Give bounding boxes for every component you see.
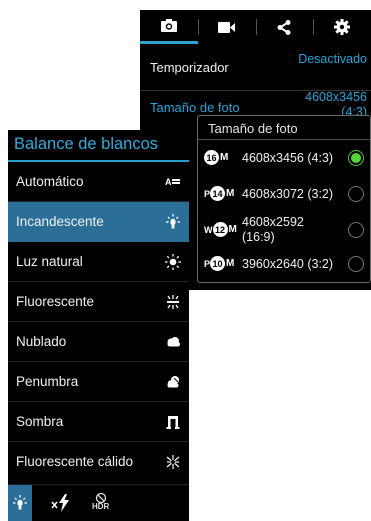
auto-wb-icon: A <box>165 174 181 190</box>
badge-suffix: M <box>228 224 237 235</box>
gear-icon <box>334 19 351 35</box>
hdr-label: HDR <box>92 502 110 511</box>
tab-share-settings[interactable] <box>255 10 314 44</box>
tab-general-settings[interactable] <box>313 10 371 44</box>
svg-text:A: A <box>165 177 172 187</box>
share-icon <box>277 19 291 35</box>
megapixel-badge-icon: 16 M <box>204 150 228 165</box>
photo-size-dropdown: Tamaño de foto 16 M 4608x3456 (4:3) P 14… <box>197 115 371 283</box>
timer-label: Temporizador <box>150 60 229 75</box>
cloud-icon <box>165 334 181 350</box>
radio-selected[interactable] <box>348 150 364 166</box>
shade-icon <box>165 414 181 430</box>
megapixel-badge-icon: W 12 M <box>204 222 237 237</box>
wb-option-label: Fluorescente <box>16 294 95 309</box>
photo-size-option[interactable]: 16 M 4608x3456 (4:3) <box>198 141 370 177</box>
flash-off-icon[interactable] <box>51 494 71 512</box>
wb-option-warm-fluorescent[interactable]: Fluorescente cálido <box>8 442 189 482</box>
badge-suffix: M <box>226 258 235 269</box>
tab-video-settings[interactable] <box>197 10 256 44</box>
quick-settings-bar: HDR <box>8 484 189 521</box>
wb-option-daylight[interactable]: Luz natural <box>8 242 189 282</box>
radio-unselected[interactable] <box>348 222 364 238</box>
badge-prefix: W <box>204 224 213 235</box>
photo-size-option-label: 4608x2592 (16:9) <box>242 215 304 244</box>
megapixel-badge-icon: P 10 M <box>204 256 234 271</box>
radio-unselected[interactable] <box>348 256 364 272</box>
dusk-icon <box>165 374 181 390</box>
photo-size-option-label: 4608x3456 (4:3) <box>242 151 334 165</box>
badge-suffix: M <box>220 152 229 163</box>
badge-megapixels: 14 <box>210 186 226 201</box>
megapixel-badge-icon: P 14 M <box>204 186 234 201</box>
badge-suffix: M <box>226 188 235 199</box>
photo-size-label: Tamaño de foto <box>150 100 240 115</box>
wb-option-dusk[interactable]: Penumbra <box>8 362 189 402</box>
timer-value: Desactivado <box>298 52 367 66</box>
wb-option-label: Fluorescente cálido <box>16 454 134 469</box>
warm-fluorescent-icon <box>165 454 181 470</box>
photo-size-option[interactable]: P 14 M 4608x3072 (3:2) <box>198 177 370 213</box>
photo-size-option[interactable]: W 12 M 4608x2592 (16:9) <box>198 213 370 249</box>
photo-size-dropdown-title: Tamaño de foto <box>208 121 298 136</box>
wb-option-label: Incandescente <box>16 214 104 229</box>
tab-photo-settings[interactable] <box>140 10 198 44</box>
wb-option-cloudy[interactable]: Nublado <box>8 322 189 362</box>
photo-size-option-label: 4608x3072 (3:2) <box>242 187 334 201</box>
sun-icon <box>165 254 181 270</box>
wb-option-fluorescent[interactable]: Fluorescente <box>8 282 189 322</box>
video-camera-icon <box>218 21 236 33</box>
photo-size-option[interactable]: P 10 M 3960x2640 (3:2) <box>198 247 370 283</box>
badge-megapixels: 16 <box>204 150 219 165</box>
wb-option-label: Automático <box>16 174 84 189</box>
photo-size-option-label: 3960x2640 (3:2) <box>242 257 334 271</box>
wb-option-label: Nublado <box>16 334 67 349</box>
fluorescent-icon <box>165 294 181 310</box>
badge-megapixels: 12 <box>212 222 228 237</box>
white-balance-panel: Balance de blancos Automático A Incandes… <box>8 130 189 521</box>
wb-option-auto[interactable]: Automático A <box>8 162 189 202</box>
radio-unselected[interactable] <box>348 186 364 202</box>
wb-option-label: Luz natural <box>16 254 83 269</box>
wb-option-incandescent[interactable]: Incandescente <box>8 202 189 242</box>
badge-megapixels: 10 <box>210 256 226 271</box>
camera-settings-tabs <box>140 10 371 44</box>
divider <box>198 139 370 140</box>
timer-setting-row[interactable]: Temporizador Desactivado <box>140 46 371 91</box>
camera-icon <box>160 19 177 32</box>
incandescent-icon[interactable] <box>8 485 32 521</box>
wb-option-shade[interactable]: Sombra <box>8 402 189 442</box>
wb-option-label: Sombra <box>16 414 64 429</box>
incandescent-icon <box>165 214 181 230</box>
white-balance-title: Balance de blancos <box>14 135 159 153</box>
hdr-off-icon[interactable]: HDR <box>92 492 109 511</box>
wb-option-label: Penumbra <box>16 374 79 389</box>
